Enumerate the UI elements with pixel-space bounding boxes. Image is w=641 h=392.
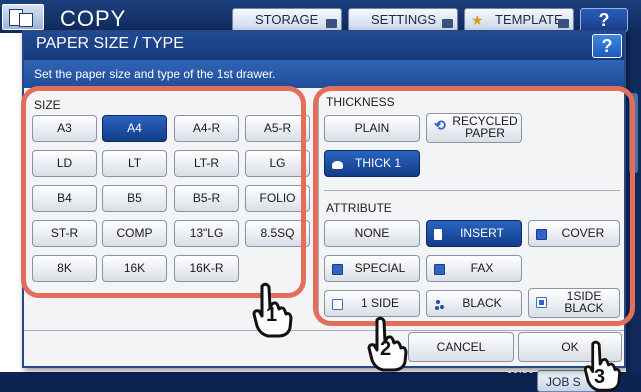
- storage-button[interactable]: STORAGE: [232, 8, 342, 32]
- attribute-callout-frame: [313, 86, 635, 326]
- dialog-instruction: Set the paper size and type of the 1st d…: [24, 60, 624, 88]
- template-button[interactable]: ★ TEMPLATE: [464, 8, 574, 32]
- chevron-down-icon: [326, 19, 337, 28]
- step-number-1: 1: [266, 304, 278, 326]
- step-number-3: 3: [594, 366, 606, 388]
- storage-label: STORAGE: [255, 12, 319, 27]
- star-icon: ★: [471, 12, 484, 28]
- chevron-down-icon: [442, 19, 453, 28]
- copy-app-icon: [2, 4, 44, 30]
- step-number-2: 2: [380, 338, 392, 360]
- cancel-label: CANCEL: [436, 340, 486, 354]
- dialog-title: PAPER SIZE / TYPE: [36, 35, 184, 52]
- dialog-help-button[interactable]: ?: [592, 34, 622, 58]
- help-button[interactable]: ?: [580, 8, 628, 32]
- cancel-button[interactable]: CANCEL: [408, 332, 514, 362]
- dialog-title-bar: PAPER SIZE / TYPE ?: [24, 32, 624, 60]
- ok-label: OK: [561, 340, 579, 354]
- size-callout-frame: [21, 86, 306, 298]
- settings-button[interactable]: SETTINGS: [348, 8, 458, 32]
- template-label: TEMPLATE: [495, 12, 563, 27]
- footer-divider: [24, 330, 624, 331]
- chevron-down-icon: [558, 19, 569, 28]
- app-title: COPY: [60, 6, 127, 31]
- settings-label: SETTINGS: [371, 12, 437, 27]
